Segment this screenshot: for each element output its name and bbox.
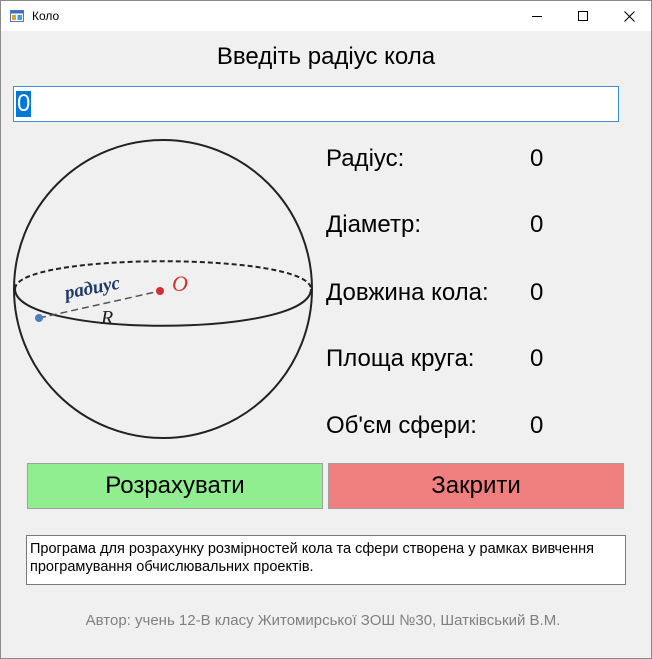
volume-label: Об'єм сфери: (326, 412, 477, 439)
maximize-button[interactable] (560, 1, 606, 31)
volume-value: 0 (530, 412, 544, 439)
illustration-label-o: O (172, 271, 188, 296)
close-window-button[interactable] (606, 1, 652, 31)
illustration-label-r: R (100, 307, 113, 329)
radius-input[interactable]: 0 (13, 86, 619, 122)
diameter-label: Діаметр: (326, 211, 421, 238)
calculate-button[interactable]: Розрахувати (27, 463, 323, 509)
area-label: Площа круга: (326, 345, 475, 372)
maximize-icon (578, 11, 588, 21)
radius-value: 0 (530, 145, 544, 172)
author-text: Автор: учень 12-В класу Житомирської ЗОШ… (85, 612, 561, 629)
circumference-value: 0 (530, 279, 544, 306)
close-icon (623, 10, 635, 22)
close-button[interactable]: Закрити (328, 463, 624, 509)
area-value: 0 (530, 345, 544, 372)
title-bar: Коло (1, 1, 651, 31)
circumference-label: Довжина кола: (326, 279, 489, 306)
app-window: Коло Введіть радіус кола 0 радиус R O Ра… (0, 0, 652, 659)
window-title: Коло (32, 9, 60, 23)
page-title: Введіть радіус кола (216, 43, 436, 70)
diameter-value: 0 (530, 211, 544, 238)
sphere-illustration: радиус R O (13, 139, 313, 439)
minimize-button[interactable] (514, 1, 560, 31)
description-text: Програма для розрахунку розмірностей кол… (26, 535, 626, 585)
radius-label: Радіус: (326, 145, 405, 172)
minimize-icon (532, 16, 542, 17)
app-icon (10, 10, 24, 22)
illustration-label-radius: радиус (61, 273, 122, 305)
radius-input-value: 0 (16, 90, 32, 117)
